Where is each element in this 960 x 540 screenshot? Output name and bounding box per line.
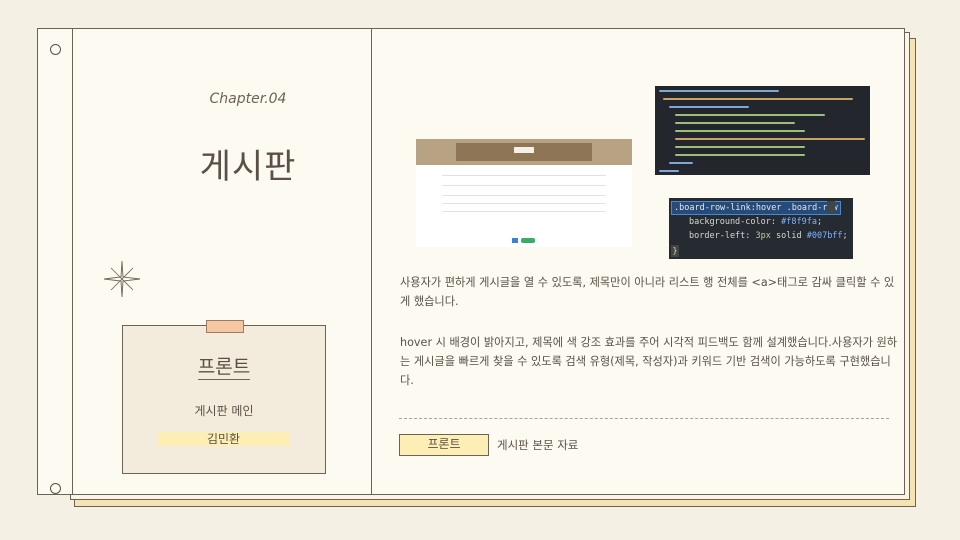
code-line <box>675 122 795 124</box>
code-line <box>675 138 865 140</box>
code-line <box>675 154 805 156</box>
card-title: 프론트 <box>123 352 325 380</box>
screenshot-table-row <box>442 195 606 196</box>
dashed-divider <box>399 418 889 419</box>
binder-hole-top <box>50 44 61 55</box>
css-line-background: background-color: #f8f9fa; <box>689 217 822 227</box>
chapter-label: Chapter.04 <box>209 91 287 107</box>
card-title-text: 프론트 <box>197 356 251 380</box>
page-title: 게시판 <box>199 147 297 187</box>
css-prop: border-left: <box>689 231 756 241</box>
cursor-marker <box>827 201 835 213</box>
notebook: Chapter.04 게시판 프론트 게시판 메인 김민환 .board-row… <box>37 28 905 495</box>
code-line <box>659 170 679 172</box>
screenshot-page-button <box>512 238 518 243</box>
section-card: 프론트 게시판 메인 김민환 <box>122 320 326 474</box>
css-end: ; <box>816 217 823 227</box>
tape-decoration <box>206 320 244 333</box>
css-number: 3px <box>755 231 771 241</box>
banner-title <box>514 147 534 153</box>
template-code-screenshot <box>655 86 870 175</box>
card-author: 김민환 <box>157 432 290 446</box>
sparkle-icon <box>103 260 141 298</box>
footer-caption: 게시판 본문 자료 <box>497 438 579 452</box>
footer-badge: 프론트 <box>399 434 489 456</box>
code-line <box>659 90 779 92</box>
css-value: #f8f9fa <box>781 217 817 227</box>
binder-hole-bottom <box>50 483 61 494</box>
screenshot-search-row <box>442 175 606 176</box>
code-line <box>669 106 749 108</box>
description-paragraph-1: 사용자가 편하게 게시글을 열 수 있도록, 제목만이 아니라 리스트 행 전체… <box>400 276 895 308</box>
card-subtitle: 게시판 메인 <box>194 404 254 418</box>
css-end: ; <box>842 231 848 241</box>
code-line <box>675 146 805 148</box>
code-line <box>675 130 805 132</box>
screenshot-header-row <box>442 185 606 186</box>
board-page-screenshot <box>416 139 632 247</box>
screenshot-banner <box>416 139 632 165</box>
code-line <box>663 98 853 100</box>
css-selector-line: .board-row-link:hover .board-row <box>671 201 841 215</box>
screenshot-table-row <box>442 203 606 204</box>
css-close-brace: } <box>671 245 679 257</box>
css-keyword: solid <box>770 231 807 241</box>
screenshot-table-row <box>442 211 606 212</box>
page-divider <box>371 29 372 494</box>
css-value: #007bff <box>806 231 843 241</box>
binding-line <box>72 29 73 494</box>
code-line <box>669 162 693 164</box>
css-code-screenshot: .board-row-link:hover .board-row backgro… <box>669 198 853 259</box>
css-line-border: border-left: 3px solid #007bff; <box>689 231 848 241</box>
screenshot-write-button <box>521 238 535 243</box>
css-prop: background-color: <box>689 217 782 227</box>
code-line <box>675 114 825 116</box>
description-paragraph-2: hover 시 배경이 밝아지고, 제목에 색 강조 효과를 주어 시각적 피드… <box>400 336 898 387</box>
